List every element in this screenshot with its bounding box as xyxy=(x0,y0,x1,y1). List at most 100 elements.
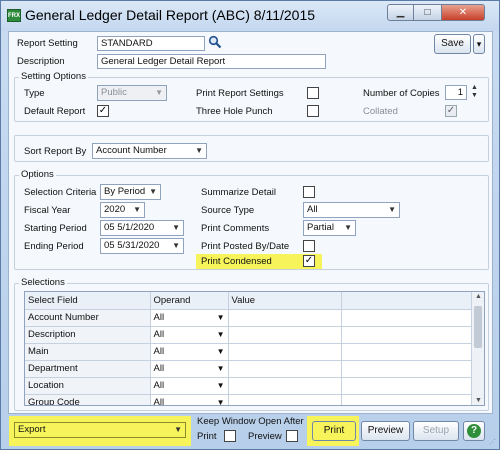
close-button[interactable]: ✕ xyxy=(441,4,485,21)
blank-cell xyxy=(341,326,473,344)
keep-open-print-label: Print xyxy=(197,431,217,442)
copies-spinner[interactable]: ▲ ▼ xyxy=(470,84,479,101)
keep-open-preview-checkbox[interactable] xyxy=(286,430,298,442)
preview-button[interactable]: Preview xyxy=(361,421,410,441)
operand-cell[interactable]: All ▼ xyxy=(150,377,229,395)
fiscal-year-label: Fiscal Year xyxy=(24,205,71,216)
value-cell[interactable] xyxy=(228,309,342,327)
type-select[interactable]: Public ▼ xyxy=(97,85,167,101)
source-type-select[interactable]: All ▼ xyxy=(303,202,400,218)
print-posted-by-checkbox[interactable] xyxy=(303,240,315,252)
starting-period-value: 05 5/1/2020 xyxy=(104,222,155,233)
chevron-down-icon: ▼ xyxy=(172,223,180,232)
operand-cell[interactable]: All ▼ xyxy=(150,360,229,378)
select-field-cell: Group Code xyxy=(25,394,151,405)
default-report-checkbox[interactable]: ✓ xyxy=(97,105,109,117)
value-cell[interactable] xyxy=(228,377,342,395)
checkmark-icon: ✓ xyxy=(446,105,456,116)
operand-cell[interactable]: All ▼ xyxy=(150,309,229,327)
keep-window-open-label: Keep Window Open After xyxy=(197,416,304,427)
operand-value: All xyxy=(153,397,165,406)
value-cell[interactable] xyxy=(228,343,342,361)
ending-period-value: 05 5/31/2020 xyxy=(104,240,160,251)
title-bar[interactable]: FRX General Ledger Detail Report (ABC) 8… xyxy=(1,1,499,31)
print-condensed-checkbox[interactable]: ✓ xyxy=(303,255,315,267)
operand-cell[interactable]: All ▼ xyxy=(150,394,229,406)
three-hole-punch-checkbox[interactable] xyxy=(307,105,319,117)
source-type-value: All xyxy=(307,204,318,215)
sort-report-by-label: Sort Report By xyxy=(24,146,87,157)
operand-cell[interactable]: All ▼ xyxy=(150,343,229,361)
table-row[interactable]: Location All ▼ xyxy=(25,377,473,395)
collated-checkbox[interactable]: ✓ xyxy=(445,105,457,117)
operand-cell[interactable]: All ▼ xyxy=(150,326,229,344)
print-comments-select[interactable]: Partial ▼ xyxy=(303,220,356,236)
select-field-cell: Account Number xyxy=(25,309,151,327)
chevron-down-icon: ▼ xyxy=(172,241,180,250)
value-cell[interactable] xyxy=(228,360,342,378)
column-header-value: Value xyxy=(228,292,342,310)
value-cell[interactable] xyxy=(228,394,342,405)
blank-cell xyxy=(341,377,473,395)
starting-period-select[interactable]: 05 5/1/2020 ▼ xyxy=(100,220,184,236)
sort-report-by-select[interactable]: Account Number ▼ xyxy=(92,143,207,159)
summarize-detail-checkbox[interactable] xyxy=(303,186,315,198)
maximize-button[interactable]: □ xyxy=(414,4,441,21)
app-icon: FRX xyxy=(7,9,21,22)
checkmark-icon: ✓ xyxy=(304,255,314,266)
selection-criteria-select[interactable]: By Period ▼ xyxy=(100,184,161,200)
table-row[interactable]: Group Code All ▼ xyxy=(25,394,473,406)
keep-open-print-checkbox[interactable] xyxy=(224,430,236,442)
number-of-copies-label: Number of Copies xyxy=(363,88,440,99)
fiscal-year-select[interactable]: 2020 ▼ xyxy=(100,202,145,218)
selection-criteria-label: Selection Criteria xyxy=(24,187,97,198)
chevron-down-icon: ▼ xyxy=(344,223,352,232)
scroll-down-icon[interactable]: ▼ xyxy=(472,397,484,404)
resize-grip-icon[interactable]: ⋰ xyxy=(489,438,498,447)
chevron-down-icon: ▼ xyxy=(216,329,225,339)
magnifier-icon[interactable] xyxy=(208,35,222,49)
print-button[interactable]: Print xyxy=(312,421,356,441)
selections-title: Selections xyxy=(19,277,67,288)
save-menu-button[interactable]: ▾ xyxy=(473,34,485,54)
print-report-settings-checkbox[interactable] xyxy=(307,87,319,99)
help-button[interactable]: ? xyxy=(463,421,485,441)
description-field[interactable]: General Ledger Detail Report xyxy=(97,54,326,69)
three-hole-punch-label: Three Hole Punch xyxy=(196,106,273,117)
column-header-operand: Operand xyxy=(150,292,229,310)
chevron-down-icon: ▼ xyxy=(216,397,225,406)
table-row[interactable]: Department All ▼ xyxy=(25,360,473,378)
report-form: Report Setting STANDARD Description Gene… xyxy=(8,31,493,414)
chevron-down-icon: ▼ xyxy=(388,205,396,214)
type-label: Type xyxy=(24,88,45,99)
table-row[interactable]: Account Number All ▼ xyxy=(25,309,473,327)
chevron-down-icon: ▼ xyxy=(133,205,141,214)
scroll-thumb[interactable] xyxy=(474,306,482,348)
table-row[interactable]: Description All ▼ xyxy=(25,326,473,344)
selections-scrollbar[interactable]: ▲ ▼ xyxy=(471,292,484,405)
number-of-copies-field[interactable]: 1 xyxy=(445,85,467,100)
keep-open-preview-label: Preview xyxy=(248,431,282,442)
select-field-cell: Location xyxy=(25,377,151,395)
save-button[interactable]: Save xyxy=(434,34,471,54)
setting-options-title: Setting Options xyxy=(19,71,88,82)
blank-cell xyxy=(341,394,473,405)
spin-up-icon[interactable]: ▲ xyxy=(470,84,479,92)
scroll-up-icon[interactable]: ▲ xyxy=(472,293,484,300)
print-report-settings-label: Print Report Settings xyxy=(196,88,284,99)
minimize-button[interactable]: ▁ xyxy=(387,4,414,21)
ending-period-select[interactable]: 05 5/31/2020 ▼ xyxy=(100,238,184,254)
value-cell[interactable] xyxy=(228,326,342,344)
spin-down-icon[interactable]: ▼ xyxy=(470,92,479,100)
chevron-down-icon: ▼ xyxy=(195,146,203,155)
column-header-select-field: Select Field xyxy=(25,292,151,310)
table-row[interactable]: Main All ▼ xyxy=(25,343,473,361)
report-setting-field[interactable]: STANDARD xyxy=(97,36,205,51)
operand-value: All xyxy=(153,312,165,323)
output-select[interactable]: Export ▼ xyxy=(14,422,186,438)
table-header-row: Select Field Operand Value xyxy=(25,292,473,310)
operand-value: All xyxy=(153,380,165,391)
blank-cell xyxy=(341,309,473,327)
setup-button[interactable]: Setup xyxy=(413,421,459,441)
window-title: General Ledger Detail Report (ABC) 8/11/… xyxy=(25,7,316,23)
